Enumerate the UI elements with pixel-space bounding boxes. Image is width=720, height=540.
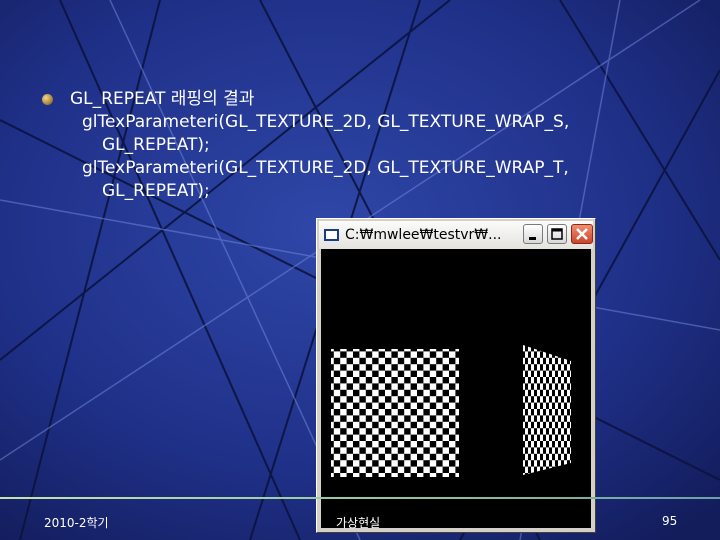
checker-quad-rotated bbox=[523, 345, 571, 475]
footer-course: 가상현실 bbox=[336, 516, 381, 530]
opengl-viewport[interactable] bbox=[321, 249, 591, 528]
checker-quad-front bbox=[331, 349, 459, 477]
render-output bbox=[331, 345, 571, 477]
minimize-button[interactable] bbox=[523, 224, 543, 244]
code-line-4: GL_REPEAT); bbox=[102, 181, 210, 201]
close-button[interactable] bbox=[571, 224, 593, 244]
app-window-icon[interactable] bbox=[324, 229, 339, 241]
bullet-item: GL_REPEAT 래핑의 결과 bbox=[42, 88, 682, 111]
window-titlebar[interactable]: C:₩mwlee₩testvr₩... bbox=[319, 221, 593, 249]
maximize-button[interactable] bbox=[547, 224, 567, 244]
minimize-icon bbox=[529, 237, 536, 240]
footer-semester: 2010-2학기 bbox=[44, 516, 109, 530]
maximize-icon bbox=[551, 228, 563, 240]
code-line-3: glTexParameteri(GL_TEXTURE_2D, GL_TEXTUR… bbox=[82, 158, 569, 178]
slide-body: GL_REPEAT 래핑의 결과 glTexParameteri(GL_TEXT… bbox=[42, 88, 682, 203]
bullet-text: GL_REPEAT 래핑의 결과 bbox=[70, 89, 255, 109]
close-icon bbox=[576, 228, 588, 240]
code-line-2: GL_REPEAT); bbox=[102, 135, 210, 155]
bullet-icon bbox=[42, 94, 53, 105]
app-window: C:₩mwlee₩testvr₩... bbox=[316, 218, 596, 533]
footer-page-number: 95 bbox=[662, 514, 678, 528]
window-title: C:₩mwlee₩testvr₩... bbox=[345, 227, 502, 243]
footer-divider bbox=[0, 497, 720, 499]
code-line-1: glTexParameteri(GL_TEXTURE_2D, GL_TEXTUR… bbox=[82, 112, 570, 132]
